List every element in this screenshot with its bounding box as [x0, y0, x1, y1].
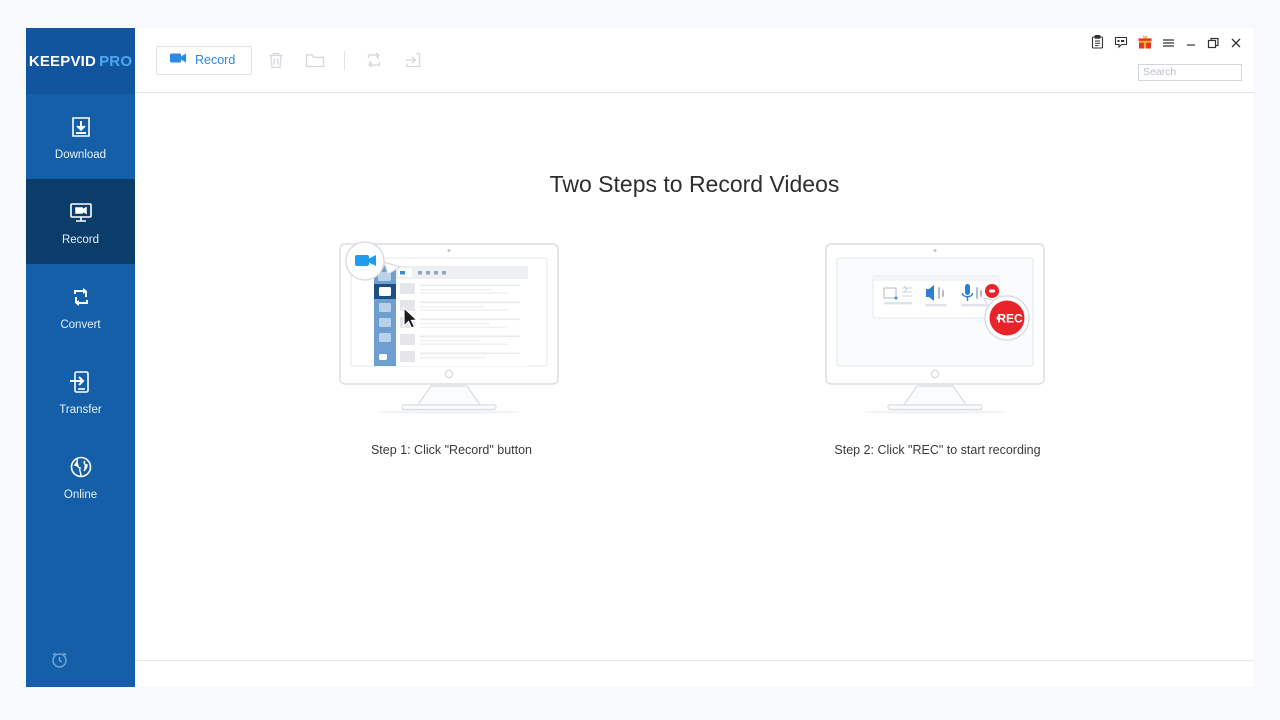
page-title: Two Steps to Record Videos	[550, 171, 840, 198]
steps-row: Step 1: Click "Record" button	[338, 236, 1052, 457]
sidebar-item-label: Download	[55, 149, 106, 161]
sidebar-item-record[interactable]: Record	[26, 179, 135, 264]
clipboard-icon[interactable]	[1091, 35, 1104, 54]
sidebar: KEEPVIDPRO Download	[26, 28, 135, 687]
open-folder-icon[interactable]	[300, 45, 330, 75]
step-2: REC Step 2: Click "REC" to start recordi…	[824, 236, 1052, 457]
step-1-illustration	[338, 236, 566, 421]
alarm-clock-icon[interactable]	[50, 650, 69, 669]
globe-icon	[66, 452, 96, 482]
content-area: Two Steps to Record Videos	[135, 93, 1254, 687]
sidebar-item-label: Record	[62, 234, 99, 246]
sidebar-item-convert[interactable]: Convert	[26, 264, 135, 349]
minimize-icon[interactable]	[1185, 36, 1197, 54]
step-1: Step 1: Click "Record" button	[338, 236, 566, 457]
logo-secondary-text: PRO	[99, 53, 132, 70]
record-monitor-icon	[66, 197, 96, 227]
convert-icon[interactable]	[359, 45, 389, 75]
main-pane: Record	[135, 28, 1254, 687]
feedback-icon[interactable]	[1114, 36, 1128, 54]
search-box	[1138, 62, 1242, 81]
camcorder-icon	[170, 51, 187, 69]
toolbar-separator	[344, 51, 345, 70]
app-logo: KEEPVIDPRO	[26, 28, 135, 94]
toolbar: Record	[135, 28, 1254, 93]
window-chrome	[1091, 35, 1242, 54]
gift-icon[interactable]	[1138, 35, 1152, 54]
sidebar-item-download[interactable]: Download	[26, 94, 135, 179]
maximize-icon[interactable]	[1207, 36, 1220, 54]
step-2-caption: Step 2: Click "REC" to start recording	[834, 443, 1040, 457]
download-icon	[66, 112, 96, 142]
record-button-label: Record	[195, 53, 235, 67]
sidebar-item-label: Convert	[60, 319, 100, 331]
transfer-device-icon	[66, 367, 96, 397]
transfer-icon[interactable]	[398, 45, 428, 75]
logo-primary-text: KEEPVID	[29, 53, 96, 70]
close-icon[interactable]	[1230, 36, 1242, 54]
convert-arrows-icon	[66, 282, 96, 312]
step-2-illustration: REC	[824, 236, 1052, 421]
delete-icon[interactable]	[261, 45, 291, 75]
sidebar-item-label: Online	[64, 489, 97, 501]
status-bar	[135, 660, 1254, 661]
rec-badge-label: REC	[997, 312, 1023, 326]
sidebar-item-online[interactable]: Online	[26, 434, 135, 519]
sidebar-item-transfer[interactable]: Transfer	[26, 349, 135, 434]
step-1-caption: Step 1: Click "Record" button	[371, 443, 532, 457]
record-button[interactable]: Record	[156, 46, 252, 75]
menu-icon[interactable]	[1162, 36, 1175, 54]
application-window: KEEPVIDPRO Download	[26, 28, 1254, 687]
sidebar-item-label: Transfer	[59, 404, 101, 416]
search-input[interactable]	[1138, 64, 1242, 81]
